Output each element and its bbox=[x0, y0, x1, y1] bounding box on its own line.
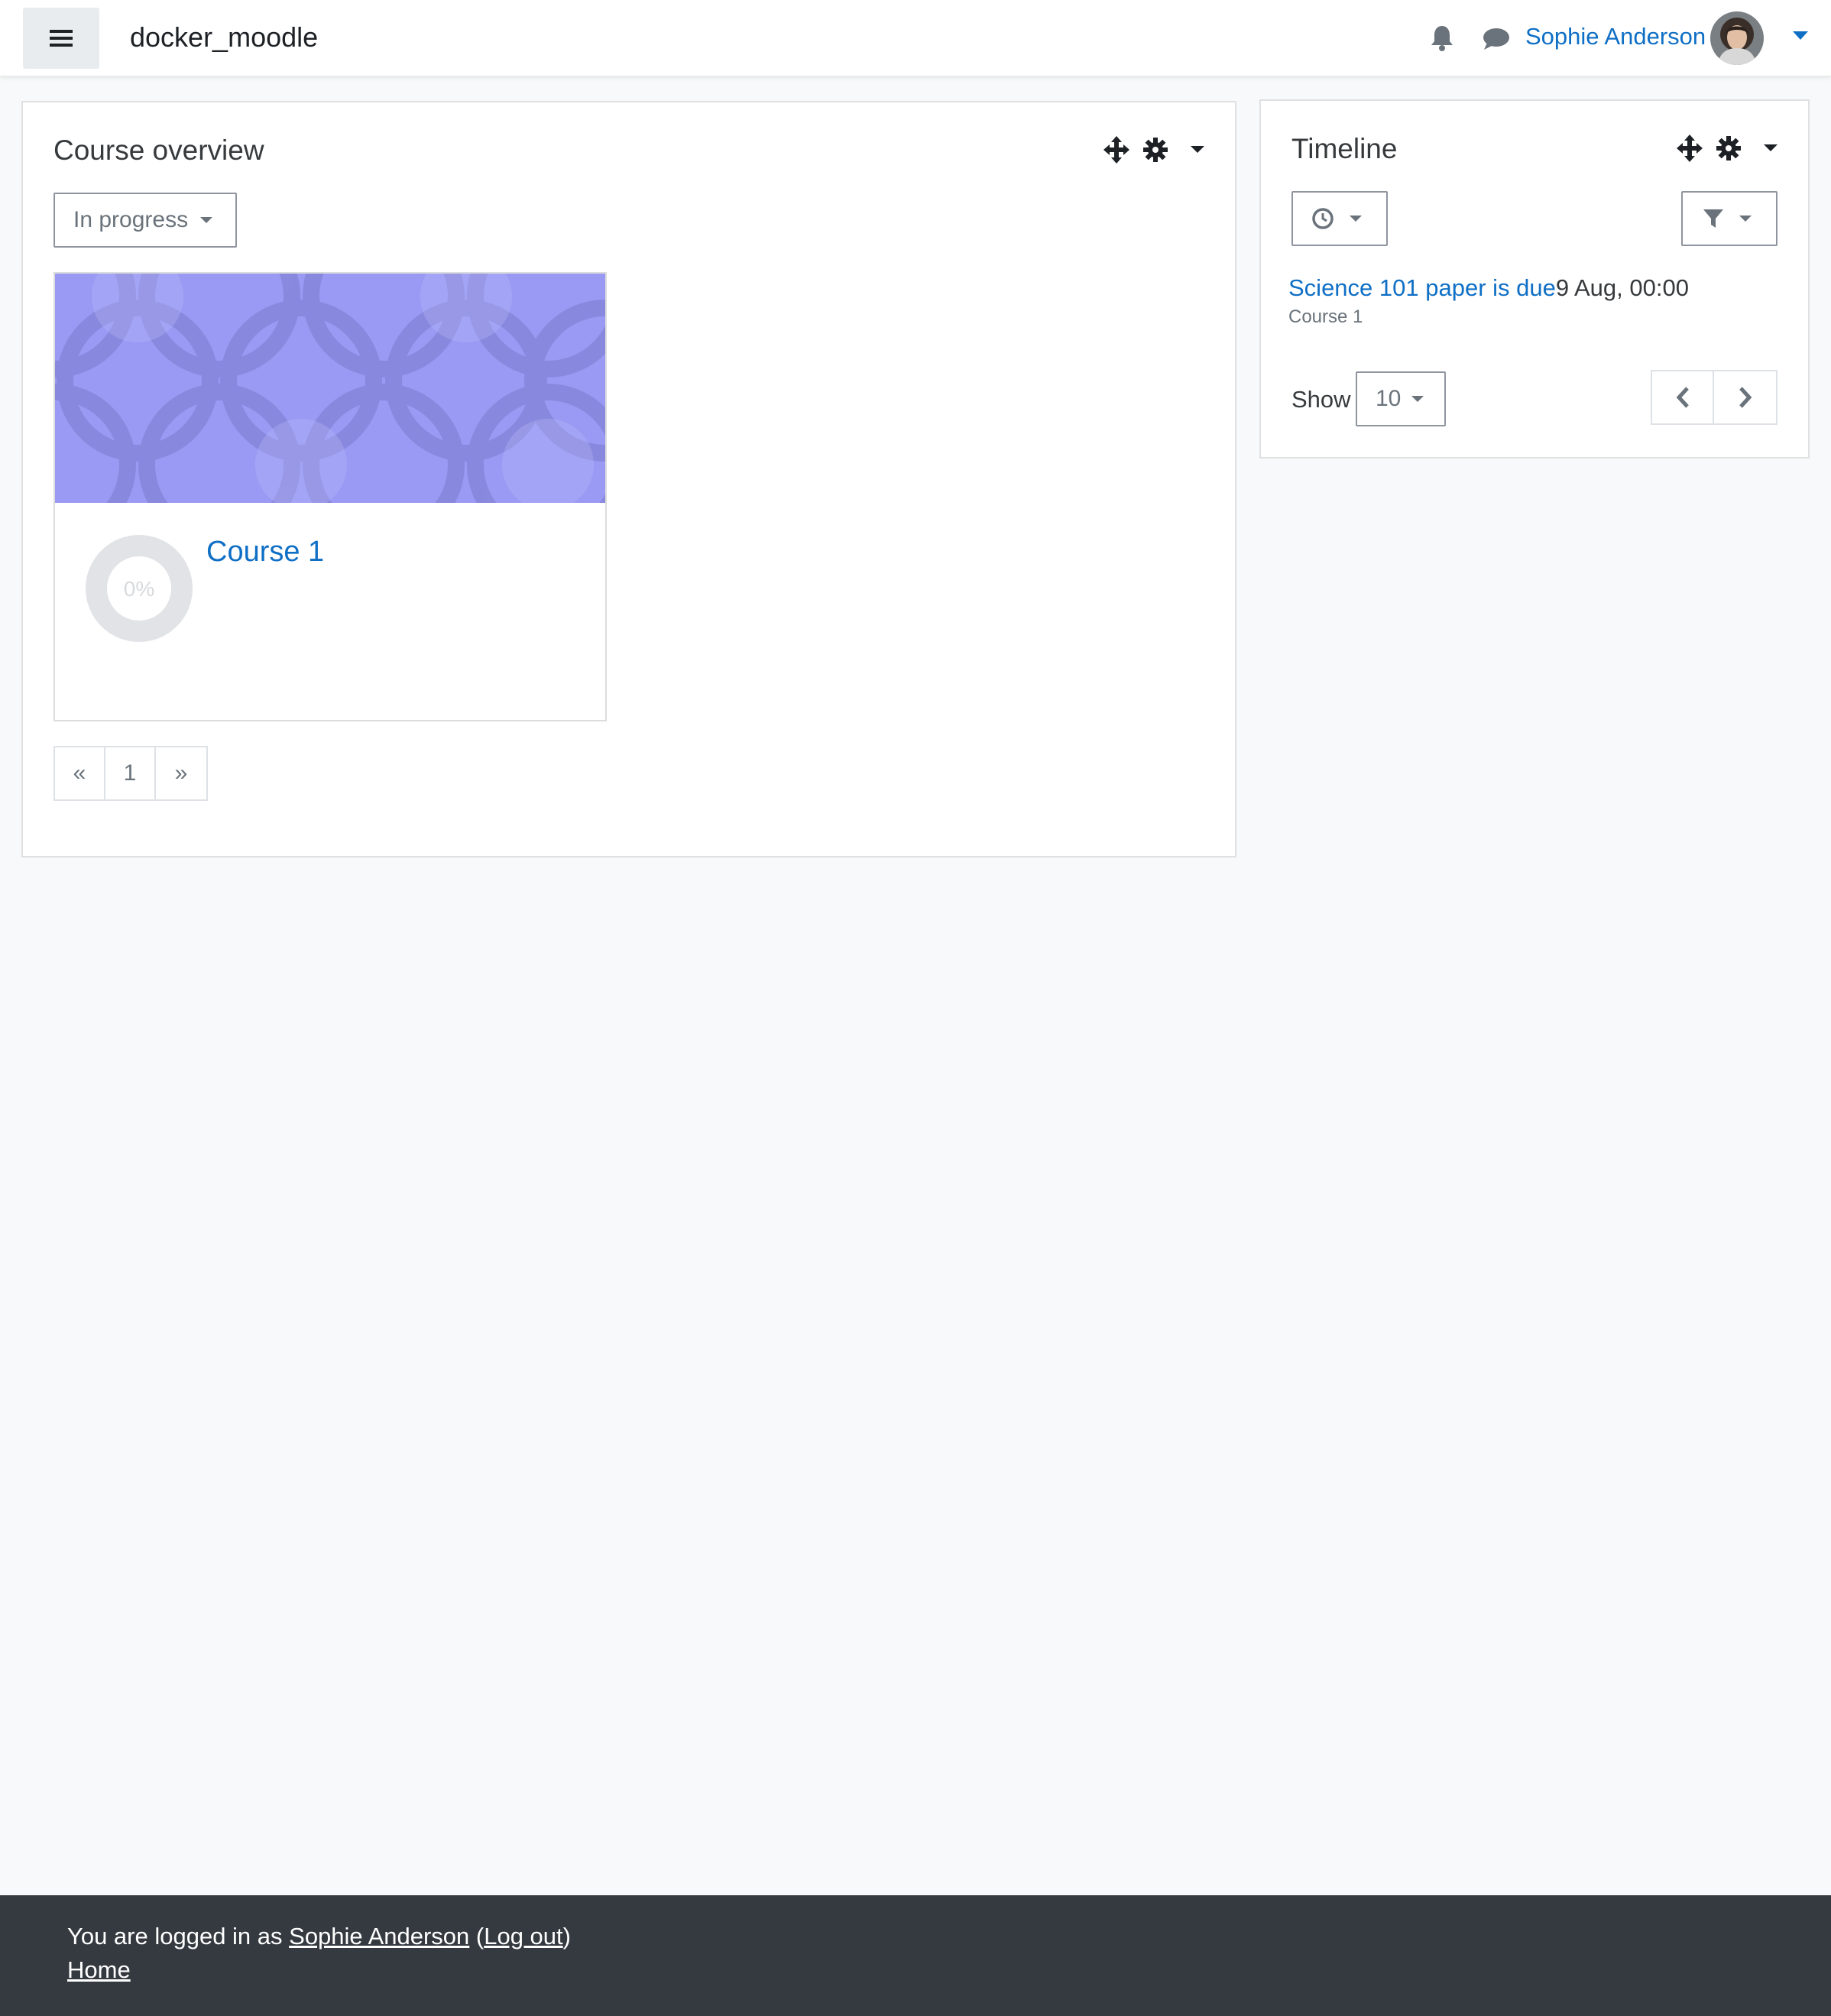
show-count-label: Show bbox=[1291, 386, 1351, 413]
course-overview-title: Course overview bbox=[53, 135, 264, 166]
messages-button[interactable] bbox=[1483, 28, 1510, 54]
bell-icon bbox=[1431, 26, 1453, 51]
timeline-pager bbox=[1651, 370, 1778, 425]
avatar-image bbox=[1710, 11, 1764, 65]
chevron-right-icon bbox=[1739, 387, 1752, 408]
timeline-sort-dropdown[interactable] bbox=[1291, 191, 1388, 246]
login-close-paren: ) bbox=[562, 1923, 571, 1950]
login-open-paren: ( bbox=[469, 1923, 484, 1950]
course-pagination: « 1 » bbox=[53, 746, 208, 801]
show-count-value: 10 bbox=[1376, 386, 1402, 411]
user-menu-toggle[interactable] bbox=[1793, 31, 1808, 44]
course-filter-label: In progress bbox=[73, 207, 189, 232]
caret-down-icon bbox=[200, 217, 213, 223]
move-icon[interactable] bbox=[1677, 135, 1703, 162]
user-avatar[interactable] bbox=[1710, 11, 1764, 65]
show-count-dropdown[interactable]: 10 bbox=[1356, 371, 1446, 426]
course-progress-label: 0% bbox=[124, 577, 154, 601]
clock-icon bbox=[1312, 208, 1334, 229]
course-card: 0% Course 1 bbox=[53, 272, 607, 721]
top-navbar: docker_moodle Sophie Anderson bbox=[0, 0, 1831, 76]
gear-icon[interactable] bbox=[1143, 138, 1168, 162]
filter-icon bbox=[1703, 209, 1723, 228]
pagination-next[interactable]: » bbox=[156, 747, 206, 799]
timeline-event-date: 9 Aug, 00:00 bbox=[1555, 274, 1689, 301]
course-name-link[interactable]: Course 1 bbox=[206, 533, 324, 570]
timeline-filter-dropdown[interactable] bbox=[1681, 191, 1778, 246]
timeline-event-course: Course 1 bbox=[1288, 306, 1363, 327]
page-footer: You are logged in as Sophie Anderson (Lo… bbox=[0, 1895, 1831, 2016]
footer-user-link[interactable]: Sophie Anderson bbox=[289, 1923, 469, 1950]
chat-icon bbox=[1483, 28, 1509, 50]
pagination-prev[interactable]: « bbox=[55, 747, 105, 799]
login-info: You are logged in as Sophie Anderson (Lo… bbox=[67, 1920, 571, 1953]
timeline-event-link[interactable]: Science 101 paper is due bbox=[1288, 274, 1556, 301]
menu-toggle-button[interactable] bbox=[23, 8, 99, 69]
timeline-next-button[interactable] bbox=[1714, 371, 1776, 423]
timeline-prev-button[interactable] bbox=[1652, 371, 1715, 423]
caret-down-icon[interactable] bbox=[1764, 144, 1778, 152]
caret-down-icon[interactable] bbox=[1191, 146, 1204, 154]
course-image[interactable] bbox=[55, 274, 605, 503]
site-name[interactable]: docker_moodle bbox=[130, 20, 318, 55]
notifications-button[interactable] bbox=[1429, 24, 1455, 56]
move-icon[interactable] bbox=[1103, 136, 1129, 164]
course-progress-ring: 0% bbox=[84, 533, 194, 647]
caret-down-icon bbox=[1739, 216, 1752, 222]
caret-down-icon bbox=[1793, 31, 1808, 40]
timeline-event: Science 101 paper is due9 Aug, 00:00 bbox=[1288, 272, 1689, 304]
chevron-left-icon bbox=[1676, 387, 1689, 408]
caret-down-icon bbox=[1411, 396, 1424, 402]
course-filter-dropdown[interactable]: In progress bbox=[53, 193, 237, 248]
caret-down-icon bbox=[1350, 216, 1362, 222]
timeline-title: Timeline bbox=[1291, 133, 1398, 164]
home-link[interactable]: Home bbox=[67, 1956, 131, 1983]
timeline-controls bbox=[1677, 135, 1778, 162]
user-menu-name[interactable]: Sophie Anderson bbox=[1525, 20, 1706, 53]
pagination-page-1[interactable]: 1 bbox=[105, 747, 156, 799]
login-prefix: You are logged in as bbox=[67, 1923, 290, 1950]
gear-icon[interactable] bbox=[1716, 136, 1741, 160]
menu-icon bbox=[50, 30, 73, 47]
course-overview-controls bbox=[1103, 136, 1204, 164]
logout-link[interactable]: Log out bbox=[484, 1923, 562, 1950]
